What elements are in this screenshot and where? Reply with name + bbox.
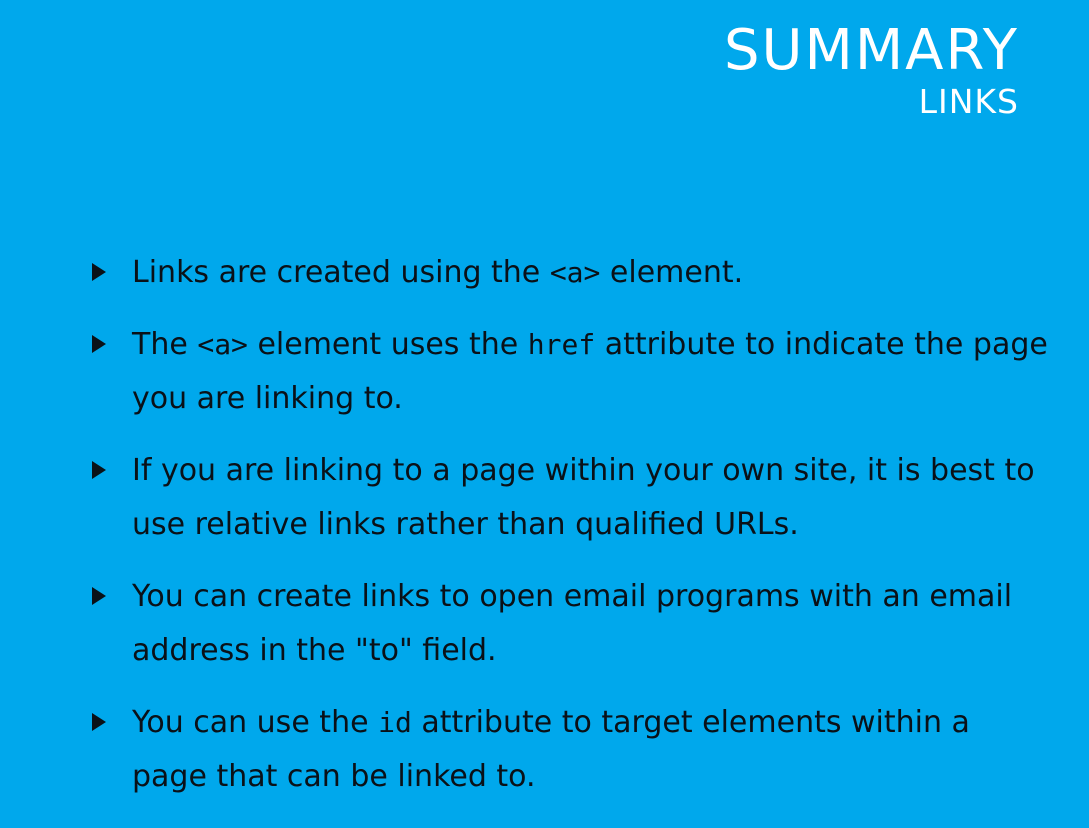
bullet-text-part: The: [132, 327, 198, 362]
bullet-text: Links are created using the <a> element.: [132, 255, 743, 290]
code-snippet: <a>: [197, 328, 248, 361]
slide-subtitle: LINKS: [918, 82, 1019, 121]
bullet-text-part: Links are created using the: [132, 255, 550, 290]
bullet-list: Links are created using the <a> element.…: [92, 246, 1052, 822]
bullet-text: You can create links to open email progr…: [132, 579, 1012, 668]
bullet-text-part: If you are linking to a page within your…: [132, 453, 1035, 542]
bullet-text: The <a> element uses the href attribute …: [132, 327, 1048, 416]
bullet-text: You can use the id attribute to target e…: [132, 705, 970, 794]
triangle-right-icon: [92, 713, 106, 731]
slide-header: SUMMARY LINKS: [724, 20, 1019, 122]
triangle-right-icon: [92, 587, 106, 605]
bullet-text-part: You can create links to open email progr…: [132, 579, 1013, 668]
triangle-right-icon: [92, 461, 106, 479]
bullet-item: If you are linking to a page within your…: [92, 444, 1052, 552]
triangle-right-icon: [92, 263, 106, 281]
bullet-text-part: element.: [600, 255, 744, 290]
bullet-item: Links are created using the <a> element.: [92, 246, 1052, 300]
code-snippet: id: [378, 706, 412, 739]
bullet-item: You can create links to open email progr…: [92, 570, 1052, 678]
bullet-item: The <a> element uses the href attribute …: [92, 318, 1052, 426]
code-snippet: href: [527, 328, 596, 361]
slide-title: SUMMARY: [723, 18, 1019, 83]
bullet-text-part: You can use the: [132, 705, 379, 740]
triangle-right-icon: [92, 335, 106, 353]
slide: SUMMARY LINKS Links are created using th…: [0, 0, 1089, 828]
bullet-item: You can use the id attribute to target e…: [92, 696, 1052, 804]
code-snippet: <a>: [549, 256, 601, 289]
bullet-text-part: element uses the: [247, 327, 528, 362]
bullet-text: If you are linking to a page within your…: [132, 453, 1035, 542]
